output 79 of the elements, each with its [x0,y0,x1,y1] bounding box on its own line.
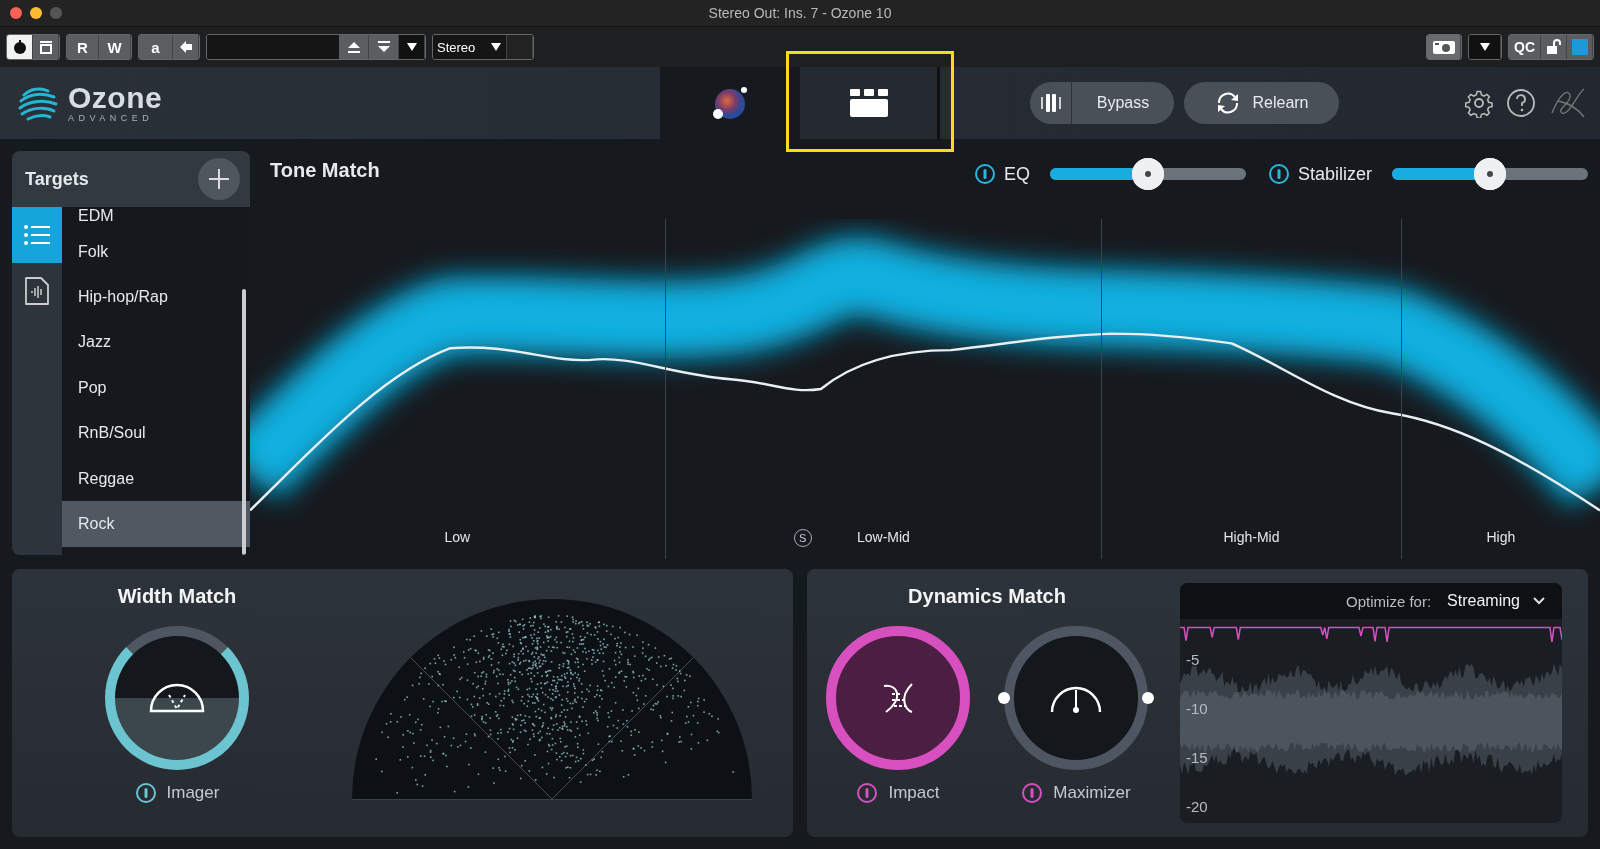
band-label: High [1486,529,1516,545]
add-target-button[interactable] [198,158,240,200]
scale-label: -5 [1186,651,1201,668]
preset-menu-button[interactable] [399,35,425,59]
window-title: Stereo Out: Ins. 7 - Ozone 10 [708,5,892,21]
snapshot-button[interactable] [1427,35,1461,59]
back-button[interactable] [173,35,199,59]
audio-file-icon [23,275,51,307]
genre-item[interactable]: Reggae [62,455,250,502]
optimize-dropdown[interactable]: Streaming [1441,591,1552,611]
tone-match-title: Tone Match [270,159,380,182]
minimize-button[interactable] [30,7,42,19]
lock-button[interactable] [1541,35,1567,59]
genre-item[interactable]: Pop [62,365,250,411]
read-button[interactable]: R [67,35,99,59]
down-arrow-icon [375,39,392,55]
control-label: Stabilizer [1297,163,1372,185]
genre-item[interactable]: RnB/Soul [62,410,250,456]
chevron-down-icon [1532,596,1546,606]
slider-thumb[interactable] [1474,158,1506,190]
caret-icon [1478,42,1491,52]
power-icon [11,39,28,55]
module-label: Imager [166,783,220,803]
power-toggle-icon[interactable] [973,163,996,185]
genre-item[interactable]: EDM [62,207,250,229]
color-swatch [1571,39,1588,55]
band-label: Low [444,529,471,545]
logo-edition: ADVANCED [68,113,155,123]
power-toggle-icon[interactable] [1267,163,1290,185]
bypass-button[interactable]: Bypass [1072,82,1174,124]
previous-preset-button[interactable] [339,35,369,59]
next-preset-button[interactable] [369,35,399,59]
dynamics-match-title: Dynamics Match [908,585,1066,608]
genre-item[interactable]: Jazz [62,319,250,366]
module-label: Maximizer [1053,783,1131,803]
power-toggle-icon[interactable] [856,782,879,804]
close-button[interactable] [10,7,22,19]
targets-title: Targets [25,168,89,190]
write-button[interactable]: W [99,35,131,59]
plus-icon [208,168,230,190]
settings-icon[interactable] [1464,88,1494,118]
module-label: Impact [888,783,940,803]
power-button[interactable] [7,35,33,59]
power-toggle-icon[interactable] [1021,782,1044,804]
camera-icon [1431,39,1456,55]
caret-icon [405,42,418,52]
genre-item[interactable]: Rock [62,501,250,547]
band-label: High-Mid [1223,529,1280,545]
knob-handle[interactable] [998,692,1010,704]
preset-field[interactable] [207,35,339,59]
blocks-icon [848,88,889,118]
gauge-icon [147,681,207,715]
caret-icon [490,42,502,52]
auto-button[interactable]: a [139,35,173,59]
scale-label: -20 [1186,798,1208,815]
qc-button[interactable]: QC [1509,35,1541,59]
frame-icon [37,39,54,55]
genre-item[interactable]: Folk [62,229,250,275]
scrollbar[interactable] [242,289,246,555]
unlock-icon [1545,39,1562,55]
band-label: Low-Mid [856,529,910,545]
optimize-label: Optimize for: [1346,592,1432,610]
help-icon[interactable] [1506,88,1536,118]
power-toggle-icon[interactable] [134,782,157,804]
logo-name: Ozone [68,83,163,113]
snapshot-menu-button[interactable] [1469,35,1501,59]
genre-item[interactable]: Hip-hop/Rap [62,274,250,320]
channel-dropdown[interactable]: Stereo [433,35,507,59]
up-arrow-icon [345,39,362,55]
list-icon [23,223,51,247]
scale-label: -15 [1186,749,1208,766]
width-match-title: Width Match [117,585,237,608]
control-label: EQ [1003,163,1030,185]
assistant-tab[interactable] [660,67,800,139]
scale-label: -10 [1186,700,1208,717]
relearn-button[interactable]: Relearn [1184,82,1339,124]
color-button[interactable] [1567,35,1593,59]
compare-button[interactable] [33,35,59,59]
slider-thumb[interactable] [1131,158,1164,190]
